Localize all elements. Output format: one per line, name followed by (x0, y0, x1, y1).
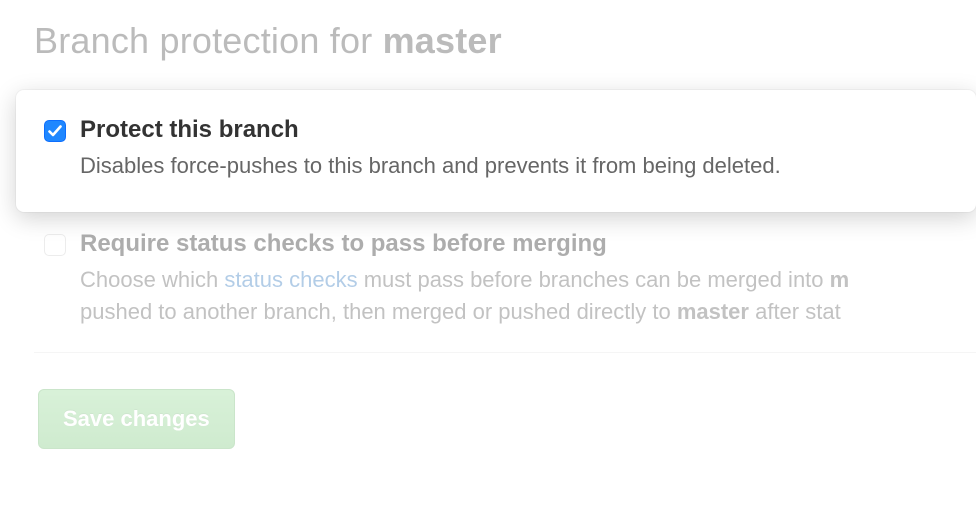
divider (34, 352, 976, 353)
title-prefix: Branch protection for (34, 20, 383, 61)
require-checks-checkbox[interactable] (44, 234, 66, 256)
status-checks-link[interactable]: status checks (224, 267, 357, 292)
protect-branch-card: Protect this branch Disables force-pushe… (16, 90, 976, 212)
require-checks-desc: Choose which status checks must pass bef… (80, 264, 966, 328)
require-checks-title: Require status checks to pass before mer… (80, 230, 966, 258)
page-title: Branch protection for master (34, 20, 976, 62)
protect-branch-checkbox[interactable] (44, 120, 66, 142)
check-icon (48, 125, 62, 137)
protect-branch-title: Protect this branch (80, 116, 948, 144)
branch-name: master (383, 20, 502, 61)
protect-branch-option: Protect this branch Disables force-pushe… (44, 116, 948, 182)
save-button[interactable]: Save changes (38, 389, 235, 449)
require-checks-option: Require status checks to pass before mer… (34, 230, 976, 328)
protect-branch-desc: Disables force-pushes to this branch and… (80, 150, 948, 182)
